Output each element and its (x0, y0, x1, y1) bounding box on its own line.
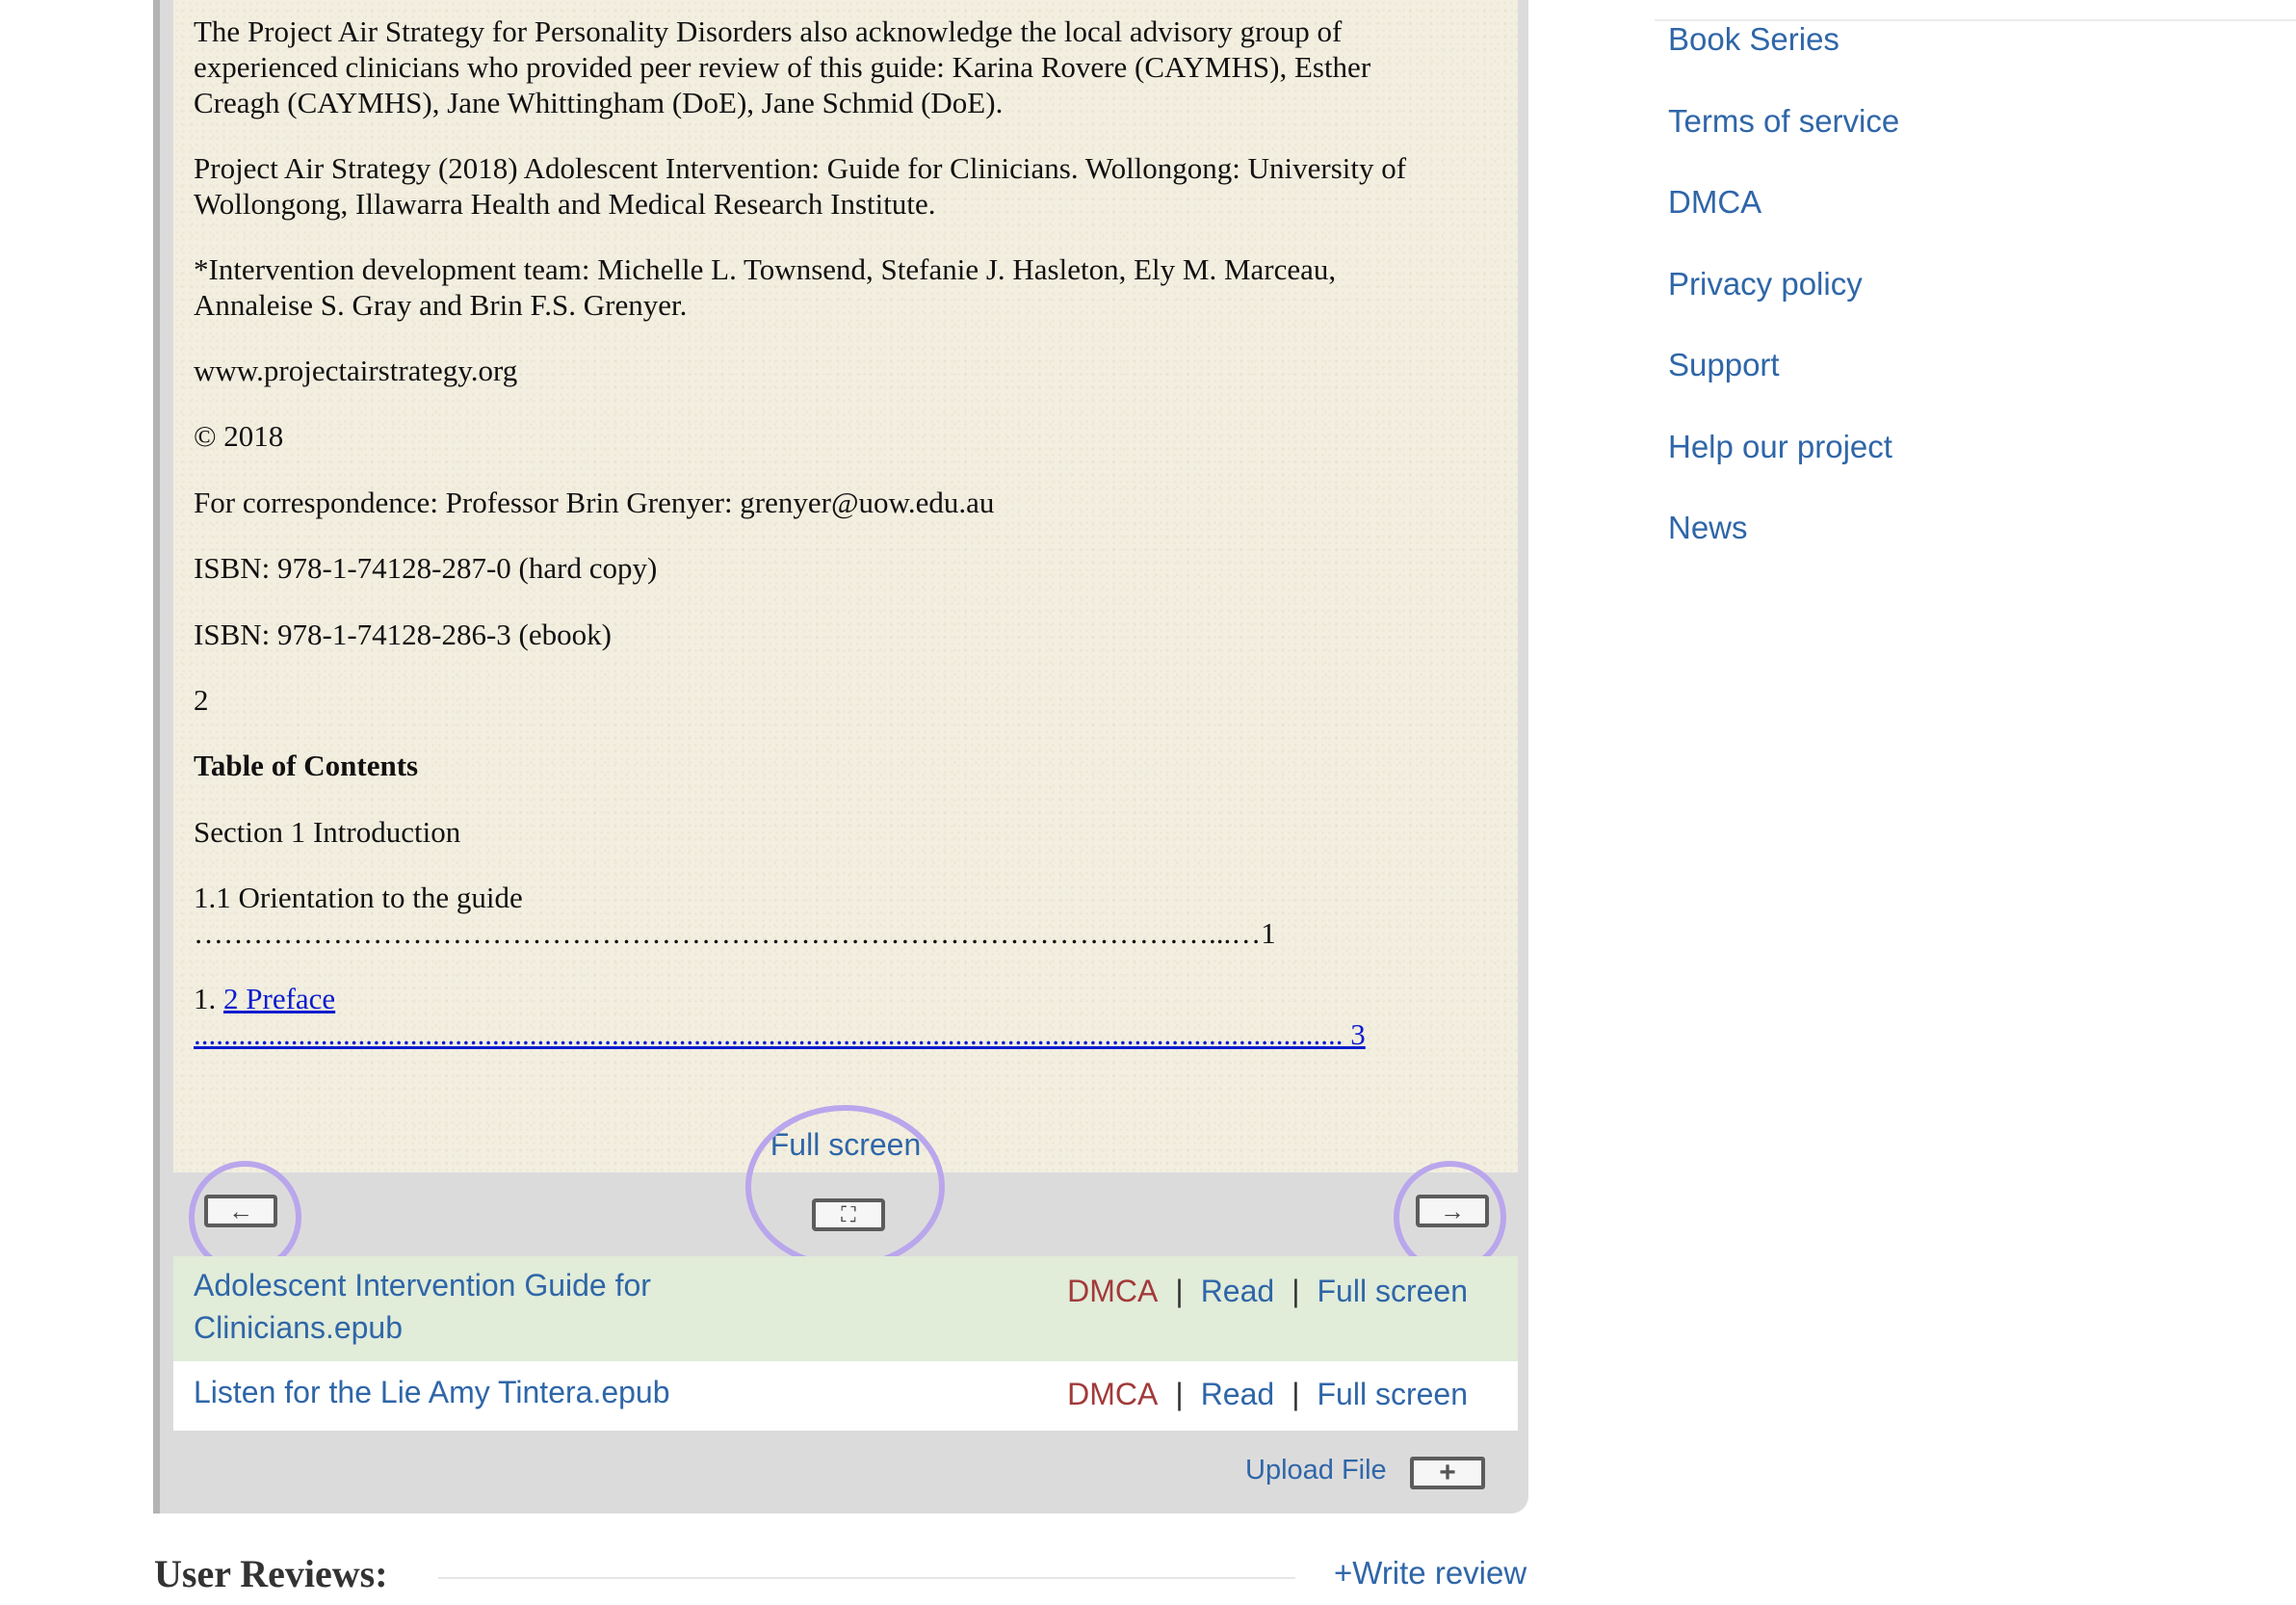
toc-item-preface: 1. 2 Preface (194, 981, 335, 1016)
separator: | (1292, 1274, 1300, 1308)
book-correspondence: For correspondence: Professor Brin Greny… (194, 486, 995, 519)
fullscreen-file-link[interactable]: Full screen (1318, 1274, 1469, 1308)
dmca-link[interactable]: DMCA (1067, 1377, 1158, 1411)
file-name-line[interactable]: Clinicians.epub (194, 1306, 651, 1349)
toc-item-preface-prefix: 1. (194, 982, 223, 1015)
toc-item-orientation: 1.1 Orientation to the guide (194, 881, 523, 914)
separator: | (1175, 1274, 1184, 1308)
toc-link-preface[interactable]: 2 Preface (223, 982, 335, 1015)
write-review-link[interactable]: +Write review (1334, 1555, 1526, 1592)
arrow-left-icon: ← (228, 1197, 253, 1225)
read-link[interactable]: Read (1201, 1274, 1275, 1308)
separator: | (1175, 1377, 1184, 1411)
fullscreen-link[interactable]: Full screen (173, 1127, 1518, 1163)
toc-item-orientation-dots: …………………………………………………………………………………………...…1 (194, 916, 1276, 950)
book-text-line: Creagh (CAYMHS), Jane Whittingham (DoE),… (194, 86, 1004, 119)
plus-icon: + (1439, 1457, 1456, 1488)
dmca-link[interactable]: DMCA (1067, 1274, 1158, 1308)
user-reviews-heading: User Reviews: (154, 1552, 388, 1595)
file-row: Listen for the Lie Amy Tintera.epub DMCA… (173, 1361, 1518, 1431)
toc-preface-dots[interactable]: ........................................… (194, 1017, 1344, 1051)
book-isbn-hard: ISBN: 978-1-74128-287-0 (hard copy) (194, 551, 658, 585)
book-page-number: 2 (194, 683, 209, 717)
sidebar-link-help[interactable]: Help our project (1668, 429, 1892, 465)
upload-file-button[interactable]: + (1410, 1457, 1485, 1489)
sidebar-link-book-series[interactable]: Book Series (1668, 21, 1839, 58)
reviews-divider (438, 1577, 1295, 1579)
toc-heading: Table of Contents (194, 749, 419, 782)
sidebar-link-support[interactable]: Support (1668, 347, 1780, 383)
book-text-line: experienced clinicians who provided peer… (194, 50, 1371, 84)
separator: | (1292, 1377, 1300, 1411)
file-row: Adolescent Intervention Guide for Clinic… (173, 1256, 1518, 1361)
prev-page-button[interactable]: ← (204, 1195, 277, 1227)
book-text-line: Wollongong, Illawarra Health and Medical… (194, 187, 936, 221)
book-text-line: Project Air Strategy (2018) Adolescent I… (194, 151, 1407, 185)
book-website: www.projectairstrategy.org (194, 354, 518, 387)
file-actions: DMCA | Read | Full screen (1067, 1377, 1468, 1412)
fullscreen-file-link[interactable]: Full screen (1318, 1377, 1469, 1411)
sidebar-link-privacy[interactable]: Privacy policy (1668, 266, 1863, 303)
file-actions: DMCA | Read | Full screen (1067, 1274, 1468, 1309)
arrow-right-icon: → (1440, 1197, 1465, 1225)
book-text-line: *Intervention development team: Michelle… (194, 252, 1337, 286)
book-isbn-ebook: ISBN: 978-1-74128-286-3 (ebook) (194, 618, 612, 651)
fullscreen-button[interactable]: ⛶ (812, 1198, 885, 1231)
sidebar-link-terms[interactable]: Terms of service (1668, 103, 1899, 140)
file-name-link[interactable]: Adolescent Intervention Guide for Clinic… (194, 1264, 651, 1349)
next-page-button[interactable]: → (1416, 1195, 1489, 1227)
book-copyright: © 2018 (194, 419, 284, 453)
book-text-line: Annaleise S. Gray and Brin F.S. Grenyer. (194, 288, 688, 322)
sidebar-link-dmca[interactable]: DMCA (1668, 184, 1761, 221)
toc-preface-dots-line[interactable]: ........................................… (194, 1016, 1484, 1052)
file-name-link[interactable]: Listen for the Lie Amy Tintera.epub (194, 1371, 670, 1413)
read-link[interactable]: Read (1201, 1377, 1275, 1411)
expand-icon: ⛶ (841, 1202, 856, 1226)
book-text-line: The Project Air Strategy for Personality… (194, 14, 1343, 48)
upload-file-link[interactable]: Upload File (1245, 1455, 1387, 1487)
sidebar-link-news[interactable]: News (1668, 510, 1748, 546)
file-name-line[interactable]: Adolescent Intervention Guide for (194, 1264, 651, 1306)
toc-section-1: Section 1 Introduction (194, 815, 461, 849)
toc-preface-page[interactable]: 3 (1344, 1017, 1366, 1051)
book-page: The Project Air Strategy for Personality… (173, 0, 1518, 1172)
